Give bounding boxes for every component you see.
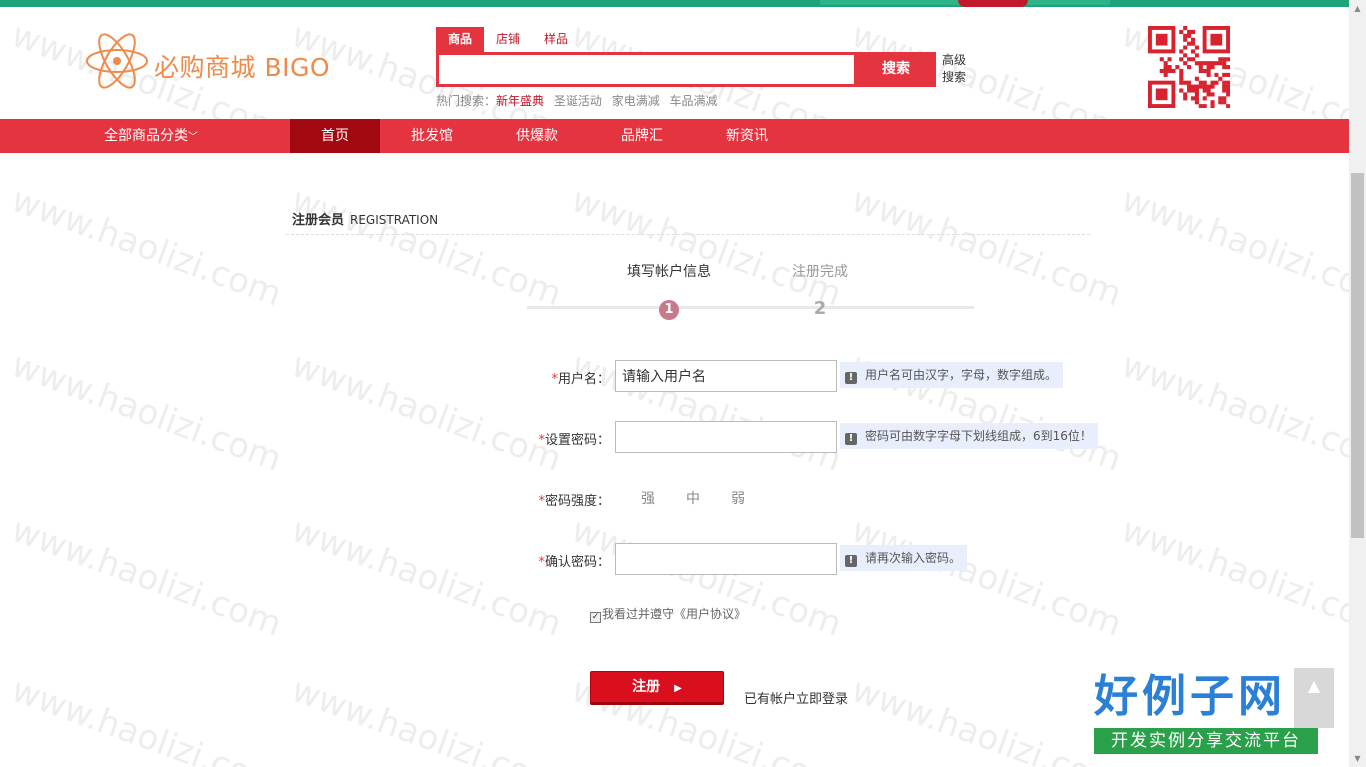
warning-icon: ! xyxy=(845,555,857,567)
hot-keyword-appliances[interactable]: 家电满减 xyxy=(612,94,660,108)
watermark-brand: 好例子网 开发实例分享交流平台 xyxy=(1094,668,1320,754)
watermark-text: www.haolizi.com xyxy=(286,510,567,645)
agreement: ✓ 我看过并遵守《用户协议》 xyxy=(590,605,746,623)
step-1-label: 填写帐户信息 xyxy=(627,264,711,280)
section-title-zh: 注册会员 xyxy=(292,213,345,228)
watermark-brand-sub: 开发实例分享交流平台 xyxy=(1094,728,1318,754)
watermark-brand-main: 好例子网 xyxy=(1094,671,1286,722)
search-box xyxy=(436,52,857,87)
hot-keyword-car[interactable]: 车品满减 xyxy=(670,94,718,108)
qr-code-icon xyxy=(1148,26,1231,109)
watermark-text: www.haolizi.com xyxy=(566,510,847,645)
search-tab-shops[interactable]: 店铺 xyxy=(484,27,532,52)
watermark-text: www.haolizi.com xyxy=(1116,345,1366,480)
top-banner-strip xyxy=(0,0,1349,7)
agreement-text[interactable]: 我看过并遵守《用户协议》 xyxy=(602,607,746,621)
hot-search: 热门搜索：新年盛典 圣诞活动 家电满减 车品满减 xyxy=(436,92,718,109)
chevron-right-icon: ▶ xyxy=(674,683,682,694)
confirm-password-label: *确认密码： xyxy=(538,555,610,570)
step-progress-line xyxy=(527,306,974,309)
scroll-up-icon[interactable]: ▲ xyxy=(1349,0,1366,17)
agreement-checkbox[interactable]: ✓ xyxy=(590,612,601,623)
nav-item-brands[interactable]: 品牌汇 xyxy=(602,119,682,153)
advanced-search-link[interactable]: 高级搜索 xyxy=(942,52,972,86)
password-label: *设置密码： xyxy=(538,433,610,448)
search-button[interactable]: 搜索 xyxy=(856,52,936,87)
confirm-password-input[interactable] xyxy=(616,544,836,574)
watermark-text: www.haolizi.com xyxy=(846,180,1127,315)
watermark-text: www.haolizi.com xyxy=(6,670,287,767)
search-tab-samples[interactable]: 样品 xyxy=(532,27,580,52)
warning-icon: ! xyxy=(845,433,857,445)
page: www.haolizi.com www.haolizi.com www.haol… xyxy=(0,0,1366,767)
scroll-down-icon[interactable]: ▼ xyxy=(1349,750,1366,767)
warning-icon: ! xyxy=(845,372,857,384)
chevron-down-icon: ﹀ xyxy=(188,132,198,143)
step-2-label: 注册完成 xyxy=(792,264,848,280)
watermark-text: www.haolizi.com xyxy=(846,670,1127,767)
vertical-scrollbar[interactable]: ▲ ▼ xyxy=(1349,0,1366,767)
password-field-box xyxy=(615,421,837,453)
login-link[interactable]: 已有帐户立即登录 xyxy=(744,688,848,707)
watermark-text: www.haolizi.com xyxy=(286,670,567,767)
hot-keyword-new-year[interactable]: 新年盛典 xyxy=(496,94,544,108)
strength-weak: 弱 xyxy=(731,491,745,507)
watermark-text: www.haolizi.com xyxy=(6,345,287,480)
atom-icon xyxy=(86,33,148,89)
nav-item-news[interactable]: 新资讯 xyxy=(707,119,787,153)
main-nav: 全部商品分类﹀ 首页 批发馆 供爆款 品牌汇 新资讯 xyxy=(0,119,1349,153)
logo-text: 必购商城 BIGO xyxy=(154,53,331,82)
watermark-text: www.haolizi.com xyxy=(1116,180,1366,315)
confirm-password-field-box xyxy=(615,543,837,575)
watermark-text: www.haolizi.com xyxy=(286,180,567,315)
search-tab-goods[interactable]: 商品 xyxy=(436,27,485,52)
watermark-text: www.haolizi.com xyxy=(566,180,847,315)
register-button[interactable]: 注册 ▶ xyxy=(590,671,724,705)
watermark-text: www.haolizi.com xyxy=(286,345,567,480)
step-2-number: 2 xyxy=(813,298,827,319)
username-label: *用户名： xyxy=(551,372,610,387)
username-field-box xyxy=(615,360,837,392)
scroll-thumb[interactable] xyxy=(1351,173,1364,538)
watermark-text: www.haolizi.com xyxy=(1116,510,1366,645)
section-title: 注册会员 REGISTRATION xyxy=(286,209,1090,235)
confirm-password-hint: ! 请再次输入密码。 xyxy=(840,545,968,571)
section-title-en: REGISTRATION xyxy=(350,213,439,227)
search-input[interactable] xyxy=(439,55,854,84)
banner-decoration xyxy=(958,0,1028,7)
nav-item-hot-items[interactable]: 供爆款 xyxy=(497,119,577,153)
step-1-number: 1 xyxy=(659,300,679,320)
site-logo[interactable]: 必购商城 BIGO xyxy=(84,30,334,92)
nav-item-home[interactable]: 首页 xyxy=(290,119,380,153)
watermark-text: www.haolizi.com xyxy=(846,510,1127,645)
nav-item-wholesale[interactable]: 批发馆 xyxy=(392,119,472,153)
hot-keyword-christmas[interactable]: 圣诞活动 xyxy=(554,94,602,108)
watermark-text: www.haolizi.com xyxy=(6,510,287,645)
all-categories-menu[interactable]: 全部商品分类﹀ xyxy=(104,119,198,153)
password-hint: ! 密码可由数字字母下划线组成，6到16位！ xyxy=(840,423,1098,449)
password-input[interactable] xyxy=(616,422,836,452)
username-hint: ! 用户名可由汉字，字母，数字组成。 xyxy=(840,362,1064,388)
strength-medium: 中 xyxy=(686,491,700,507)
all-categories-label: 全部商品分类 xyxy=(104,128,188,144)
watermark-text: www.haolizi.com xyxy=(6,180,287,315)
hot-search-label: 热门搜索： xyxy=(436,94,497,108)
strength-strong: 强 xyxy=(641,491,655,507)
search-tabs: 商品 店铺 样品 xyxy=(436,27,580,52)
username-input[interactable] xyxy=(616,361,836,391)
strength-label: *密码强度： xyxy=(538,494,610,509)
